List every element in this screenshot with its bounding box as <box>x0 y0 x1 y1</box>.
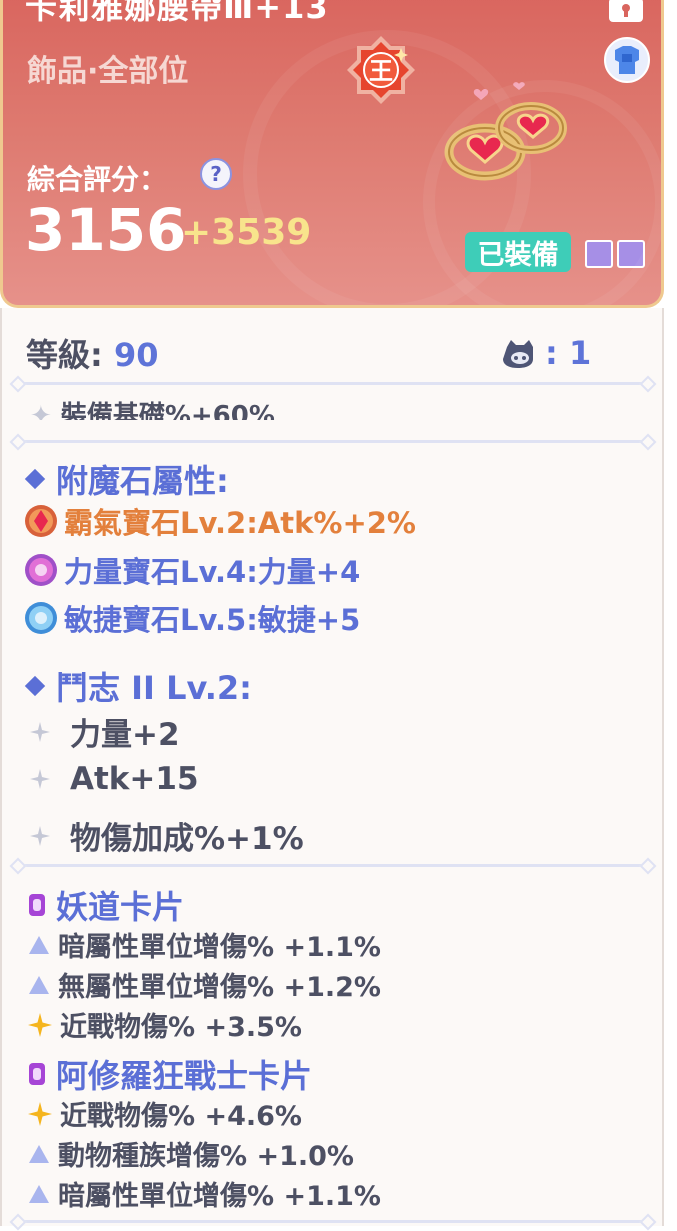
item-subtitle: 飾品·全部位 <box>27 54 189 89</box>
item-header-card: 卡莉雅娜腰帶Ⅲ+13 飾品·全部位 王 綜合評分： ? 3156 +3539 已… <box>0 0 664 308</box>
card-stat-row: 暗屬性單位增傷% +1.1% <box>28 925 381 964</box>
enchant-section-title: 附魔石屬性: <box>24 456 229 502</box>
sparkle-icon <box>30 769 50 789</box>
level-value: 90 <box>113 336 159 374</box>
agility-gem-icon <box>25 602 57 634</box>
card-icon <box>29 894 45 916</box>
section-divider <box>18 864 648 867</box>
triangle-icon <box>29 1144 49 1163</box>
base-stat-text: 裝備基礎%+60% <box>60 401 275 420</box>
triangle-icon <box>29 935 49 954</box>
card-slot-icon <box>617 240 645 268</box>
card-icon <box>29 1063 45 1085</box>
skill-stat-row: 力量+2 <box>30 709 180 754</box>
enchant-gem-row: 敏捷寶石Lv.5:敏捷+5 <box>24 597 360 639</box>
slot-pig-icon <box>503 340 533 368</box>
item-title: 卡莉雅娜腰帶Ⅲ+13 <box>25 0 329 26</box>
strength-gem-icon <box>25 554 57 586</box>
card-stat-row: 近戰物傷% +3.5% <box>28 1005 302 1044</box>
triangle-icon <box>29 1184 49 1203</box>
enchant-gem-row: 力量寶石Lv.4:力量+4 <box>24 549 360 591</box>
king-rank-label: 王 <box>369 57 393 85</box>
diamond-icon <box>24 468 46 490</box>
card-title: 妖道卡片 <box>26 882 184 928</box>
card-stat-row: 動物種族增傷% +1.0% <box>28 1134 354 1173</box>
slot-count: : 1 <box>503 334 591 372</box>
sparkle-icon <box>30 721 50 742</box>
score-bonus: +3539 <box>181 212 312 253</box>
ring-item-image <box>444 82 567 181</box>
domineer-gem-icon <box>25 505 57 537</box>
armor-icon[interactable] <box>603 36 651 84</box>
sparkle-icon <box>30 825 50 846</box>
level-label: 等級: <box>26 336 103 374</box>
card-slot-icon <box>585 240 613 268</box>
star-icon <box>28 1012 52 1037</box>
enchant-gem-row: 霸氣寶石Lv.2:Atk%+2% <box>24 500 416 542</box>
score-label: 綜合評分： <box>27 163 168 196</box>
section-divider <box>18 440 648 443</box>
card-stat-row: 暗屬性單位增傷% +1.1% <box>28 1174 381 1213</box>
diamond-icon <box>24 675 46 697</box>
skill-section-title: 鬥志 II Lv.2: <box>24 663 252 709</box>
help-icon[interactable]: ? <box>200 158 232 190</box>
card-stat-row: 無屬性單位增傷% +1.2% <box>28 965 381 1004</box>
level-row: 等級: 90 <box>26 330 158 376</box>
section-divider <box>18 1220 648 1223</box>
king-rank-icon: 王 <box>347 36 415 104</box>
star-icon <box>28 1101 52 1126</box>
score-value: 3156 <box>25 196 187 264</box>
equipped-badge: 已裝備 <box>465 232 571 272</box>
section-divider <box>18 382 648 385</box>
lock-icon[interactable] <box>607 0 645 24</box>
skill-stat-row: Atk+15 <box>30 761 199 797</box>
skill-stat-row: 物傷加成%+1% <box>30 813 304 858</box>
slot-count-value: : 1 <box>545 334 592 372</box>
base-stat-row: ✦ 裝備基礎%+60% <box>30 390 275 420</box>
card-title: 阿修羅狂戰士卡片 <box>26 1051 312 1097</box>
triangle-icon <box>29 975 49 994</box>
card-stat-row: 近戰物傷% +4.6% <box>28 1094 302 1133</box>
